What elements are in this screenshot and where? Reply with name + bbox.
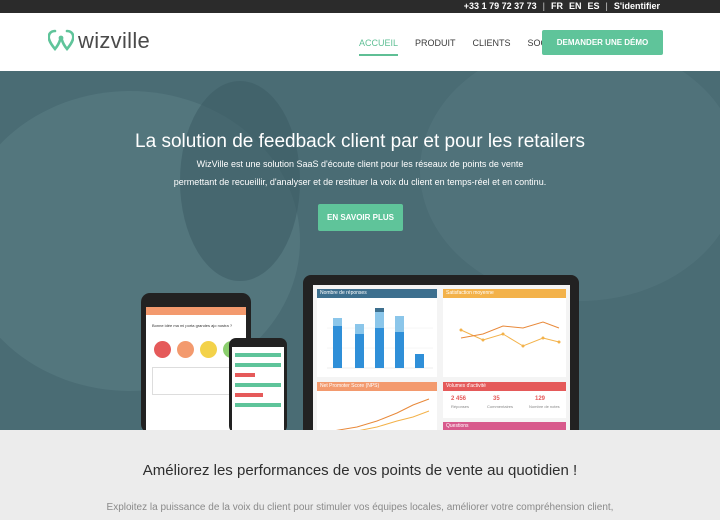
logo-text: wizville bbox=[78, 28, 151, 53]
login-link[interactable]: S'identifier bbox=[614, 1, 660, 11]
main-nav: ACCUEIL PRODUIT CLIENTS SOCIÉTÉ bbox=[359, 38, 567, 56]
panel-header: Questions bbox=[443, 422, 566, 430]
panel-title: Net Promoter Score (NPS) bbox=[320, 383, 380, 389]
nav-clients[interactable]: CLIENTS bbox=[473, 38, 511, 56]
survey-question: Bonne idée ma mi porta grandes ajo nostr… bbox=[152, 323, 233, 328]
questions-panel: Questions bbox=[443, 422, 566, 430]
dashboard-screen: Nombre de réponses Satisfaction moyenne … bbox=[313, 285, 570, 430]
stat-value: 2 456 bbox=[451, 396, 467, 402]
responses-panel: Nombre de réponses bbox=[317, 289, 437, 377]
nav-accueil[interactable]: ACCUEIL bbox=[359, 38, 399, 56]
panel-title: Questions bbox=[446, 423, 469, 429]
panel-title: Volumes d'activité bbox=[446, 383, 486, 389]
separator: | bbox=[542, 1, 545, 11]
features-section: Améliorez les performances de vos points… bbox=[0, 430, 720, 520]
phone-number[interactable]: +33 1 79 72 37 73 bbox=[464, 1, 537, 11]
satisfaction-line-chart bbox=[459, 321, 561, 348]
panel-header: Nombre de réponses bbox=[317, 289, 437, 298]
hero-title: La solution de feedback client par et po… bbox=[135, 131, 585, 152]
nav-produit[interactable]: PRODUIT bbox=[415, 38, 456, 56]
panel-header: Volumes d'activité bbox=[443, 382, 566, 391]
nps-panel: Net Promoter Score (NPS) bbox=[317, 382, 437, 430]
stat-label: Commentaires bbox=[487, 404, 514, 409]
lang-en[interactable]: EN bbox=[569, 1, 582, 11]
hero-subtitle-line1: WizVille est une solution SaaS d'écoute … bbox=[196, 159, 524, 169]
learn-more-button[interactable]: EN SAVOIR PLUS bbox=[318, 204, 403, 231]
stat-value: 129 bbox=[535, 396, 546, 402]
panel-header: Satisfaction moyenne bbox=[443, 289, 566, 298]
section-text: Exploitez la puissance de la voix du cli… bbox=[106, 502, 614, 513]
hero-section: La solution de feedback client par et po… bbox=[0, 71, 720, 430]
responses-bar-chart bbox=[327, 308, 433, 369]
progress-bar bbox=[235, 383, 281, 387]
nps-line-chart bbox=[335, 398, 430, 430]
phone-survey-screen bbox=[232, 347, 284, 430]
lang-es[interactable]: ES bbox=[587, 1, 599, 11]
section-title: Améliorez les performances de vos points… bbox=[142, 462, 578, 479]
progress-bar bbox=[235, 373, 255, 377]
rating-face-icon[interactable] bbox=[154, 341, 171, 358]
phone-mockup bbox=[229, 338, 287, 430]
laptop-mockup: Nombre de réponses Satisfaction moyenne … bbox=[303, 275, 579, 430]
utility-links: +33 1 79 72 37 73 | FR EN ES | S'identif… bbox=[464, 1, 660, 11]
rating-face-icon[interactable] bbox=[177, 341, 194, 358]
comment-box[interactable] bbox=[152, 367, 240, 395]
progress-bar bbox=[235, 393, 263, 397]
top-utility-bar: +33 1 79 72 37 73 | FR EN ES | S'identif… bbox=[0, 0, 720, 13]
site-header: wizville ACCUEIL PRODUIT CLIENTS SOCIÉTÉ… bbox=[0, 13, 720, 71]
stat-label: Nombre de notes bbox=[529, 404, 560, 409]
survey-header bbox=[146, 307, 246, 315]
progress-bar bbox=[235, 363, 281, 367]
panel-title: Satisfaction moyenne bbox=[446, 290, 494, 296]
stat-value: 35 bbox=[493, 396, 500, 402]
separator: | bbox=[605, 1, 608, 11]
lang-fr[interactable]: FR bbox=[551, 1, 563, 11]
progress-bar bbox=[235, 353, 281, 357]
stat-label: Réponses bbox=[451, 404, 470, 409]
panel-title: Nombre de réponses bbox=[320, 290, 367, 296]
satisfaction-panel: Satisfaction moyenne bbox=[443, 289, 566, 377]
panel-header: Net Promoter Score (NPS) bbox=[317, 382, 437, 391]
hero-subtitle-line2: permettant de recueillir, d'analyser et … bbox=[173, 177, 547, 187]
progress-bar bbox=[235, 403, 281, 407]
activity-panel: Volumes d'activité 2 456 35 129 Réponses… bbox=[443, 382, 566, 418]
logo[interactable]: wizville bbox=[48, 28, 150, 54]
request-demo-button[interactable]: DEMANDER UNE DÉMO bbox=[542, 30, 663, 55]
rating-face-icon[interactable] bbox=[200, 341, 217, 358]
logo-pin-icon bbox=[48, 29, 74, 52]
